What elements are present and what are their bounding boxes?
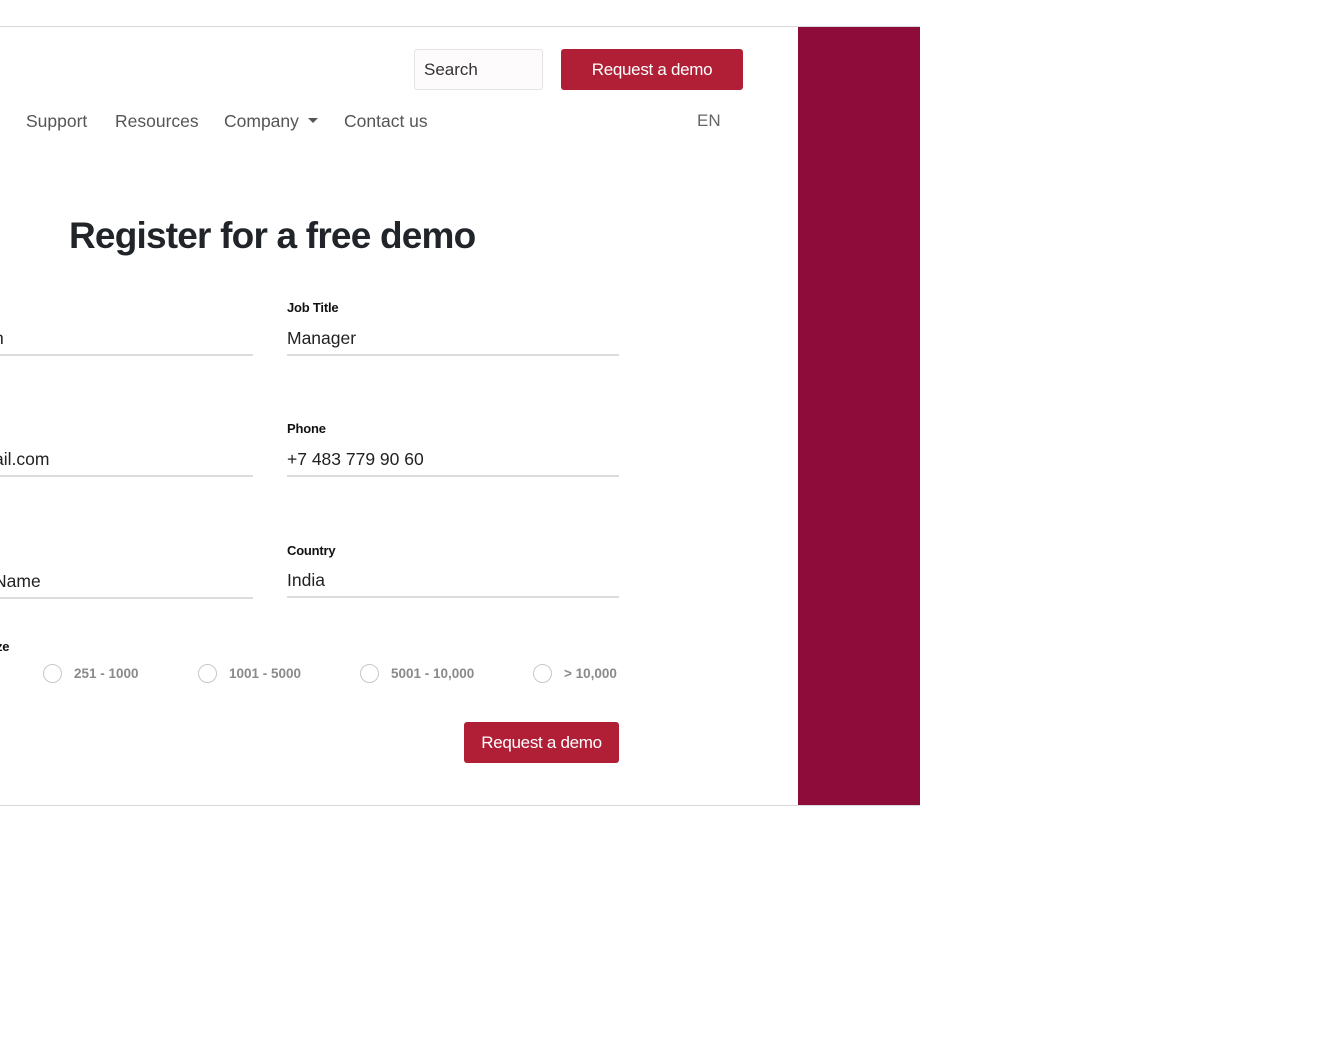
job-title-label: Job Title: [287, 300, 339, 315]
caret-down-icon: [307, 117, 318, 123]
radio-circle-icon[interactable]: [43, 664, 62, 683]
nav-item-company-label: Company: [224, 111, 299, 131]
side-panel: [798, 27, 920, 805]
name-field[interactable]: [0, 322, 253, 356]
job-title-field[interactable]: [287, 322, 619, 356]
nav-item-resources[interactable]: Resources: [115, 109, 199, 133]
nav-item-company[interactable]: Company: [224, 109, 318, 133]
size-option-label: 1001 - 5000: [229, 666, 302, 681]
size-option-over-10000[interactable]: > 10,000: [533, 664, 617, 683]
search-input[interactable]: [414, 49, 543, 90]
radio-circle-icon[interactable]: [360, 664, 379, 683]
page-frame: Request a demo Support Resources Company…: [0, 26, 920, 806]
size-option-label: 251 - 1000: [74, 666, 139, 681]
request-demo-header-button[interactable]: Request a demo: [561, 49, 743, 90]
company-size-label: ze: [0, 639, 10, 654]
radio-circle-icon[interactable]: [533, 664, 552, 683]
country-field[interactable]: [287, 564, 619, 598]
request-demo-submit-button[interactable]: Request a demo: [464, 722, 619, 763]
email-field[interactable]: [0, 443, 253, 477]
radio-circle-icon[interactable]: [198, 664, 217, 683]
company-field[interactable]: [0, 565, 253, 599]
size-option-label: > 10,000: [564, 666, 617, 681]
language-selector[interactable]: EN: [697, 109, 721, 133]
nav-item-contact-us[interactable]: Contact us: [344, 109, 428, 133]
nav-item-support[interactable]: Support: [26, 109, 87, 133]
size-option-251-1000[interactable]: 251 - 1000: [43, 664, 139, 683]
page-title: Register for a free demo: [69, 215, 476, 256]
size-option-label: 5001 - 10,000: [391, 666, 475, 681]
phone-label: Phone: [287, 421, 326, 436]
phone-field[interactable]: [287, 443, 619, 477]
size-option-5001-10000[interactable]: 5001 - 10,000: [360, 664, 474, 683]
size-option-1001-5000[interactable]: 1001 - 5000: [198, 664, 301, 683]
country-label: Country: [287, 543, 336, 558]
